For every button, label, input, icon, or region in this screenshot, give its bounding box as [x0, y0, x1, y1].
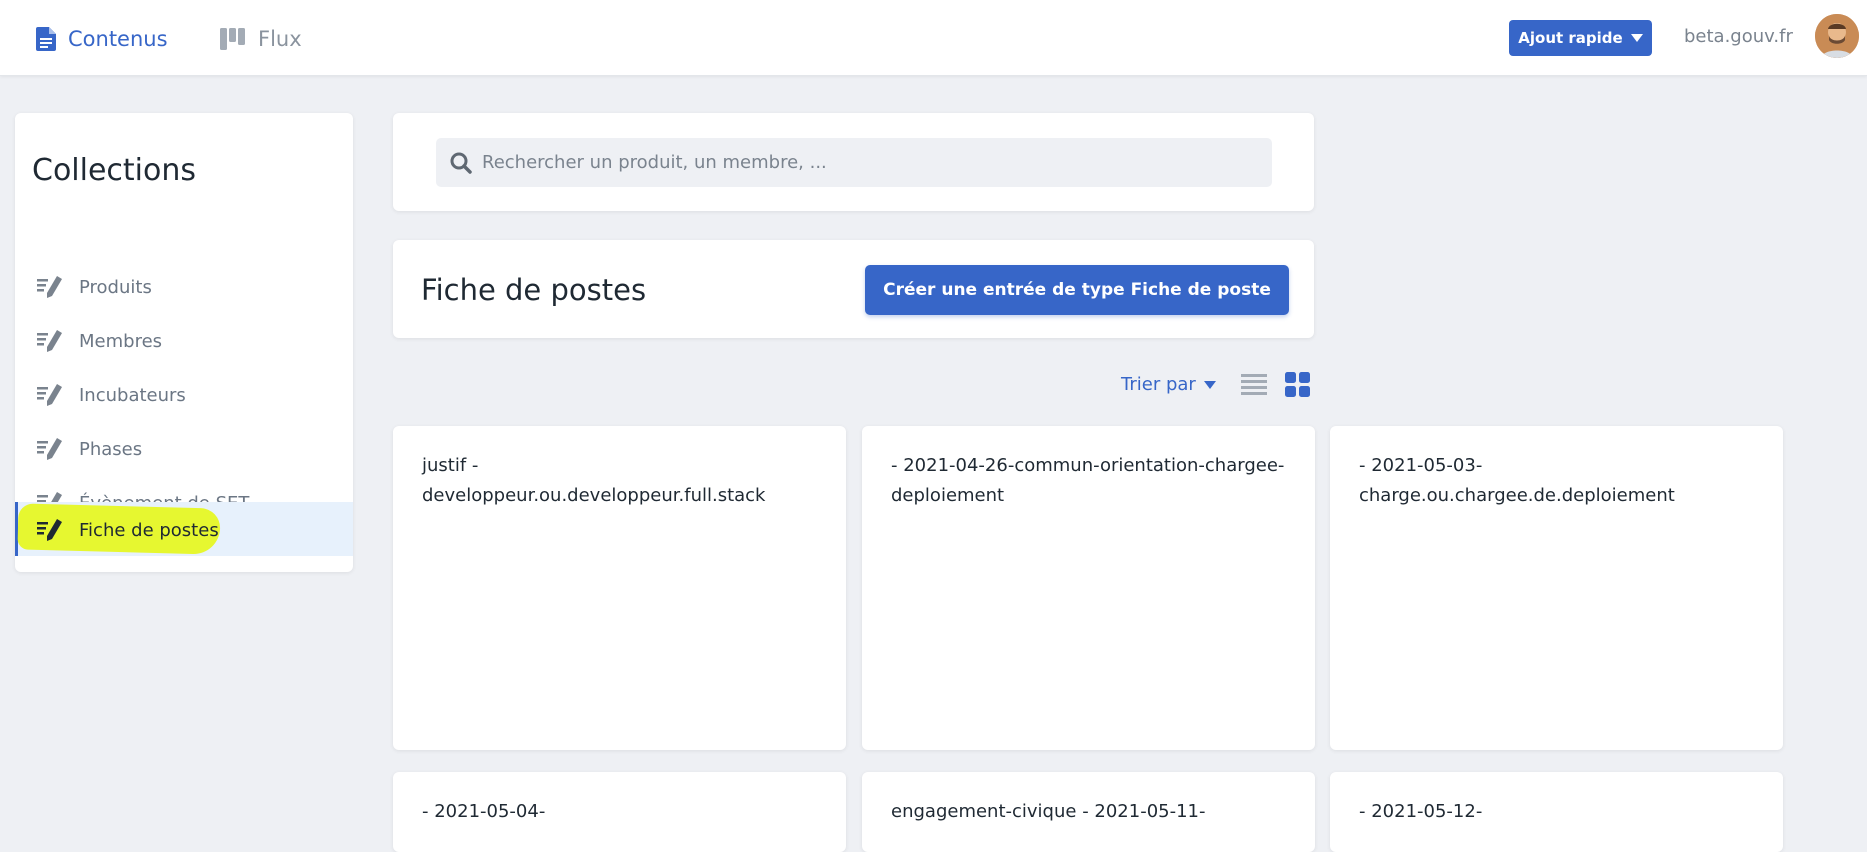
card-title: - 2021-05-03-charge.ou.chargee.de.deploi…: [1359, 455, 1675, 506]
nav-contents-label: Contenus: [68, 27, 168, 51]
card-title: engagement-civique - 2021-05-11-: [891, 801, 1206, 822]
document-icon: [36, 27, 56, 51]
pen-list-icon: [37, 438, 62, 460]
sidebar-item-label: Phases: [79, 438, 143, 460]
entry-card[interactable]: - 2021-05-12-: [1330, 772, 1783, 852]
site-link[interactable]: beta.gouv.fr: [1684, 26, 1793, 47]
entry-card[interactable]: - 2021-04-26-commun-orientation-chargee-…: [862, 426, 1315, 750]
entry-card[interactable]: - 2021-05-04-: [393, 772, 846, 852]
user-photo-icon: [1815, 14, 1859, 58]
sort-by-label: Trier par: [1121, 374, 1196, 395]
sidebar-item-membres[interactable]: Membres: [15, 314, 353, 368]
create-entry-button[interactable]: Créer une entrée de type Fiche de poste: [865, 265, 1289, 315]
entry-card[interactable]: justif - developpeur.ou.developpeur.full…: [393, 426, 846, 750]
sidebar-item-produits[interactable]: Produits: [15, 260, 353, 314]
pen-list-icon: [37, 330, 62, 352]
list-view-icon[interactable]: [1241, 372, 1267, 398]
page-title: Fiche de postes: [421, 273, 647, 307]
sort-by-button[interactable]: Trier par: [1121, 374, 1216, 395]
card-title: - 2021-05-12-: [1359, 801, 1483, 822]
sidebar-item-fiche-de-postes-label-row[interactable]: Fiche de postes: [15, 503, 335, 557]
kanban-icon: [220, 28, 245, 50]
sidebar-item-label: Membres: [79, 330, 163, 352]
sidebar-item-label: Produits: [79, 276, 152, 298]
search-icon: [450, 152, 472, 174]
top-navigation-bar: Contenus Flux Ajout rapide beta.gouv.fr: [0, 0, 1867, 76]
card-title: - 2021-04-26-commun-orientation-chargee-…: [891, 455, 1285, 506]
sidebar-item-label: Incubateurs: [79, 384, 186, 406]
sidebar-item-phases[interactable]: Phases: [15, 422, 353, 476]
caret-down-icon: [1203, 380, 1216, 389]
sidebar-item-incubateurs[interactable]: Incubateurs: [15, 368, 353, 422]
nav-contents-tab[interactable]: Contenus: [36, 23, 168, 55]
pen-list-icon: [37, 384, 62, 406]
search-input[interactable]: [482, 152, 1262, 173]
pen-list-icon: [37, 519, 62, 541]
caret-down-icon: [1630, 34, 1643, 42]
pen-list-icon: [37, 276, 62, 298]
sidebar-item-label: Fiche de postes: [79, 519, 219, 541]
nav-flux-label: Flux: [258, 27, 302, 51]
card-title: - 2021-05-04-: [422, 801, 546, 822]
avatar[interactable]: [1815, 14, 1859, 58]
card-title: justif - developpeur.ou.developpeur.full…: [422, 455, 766, 506]
search-panel: [393, 113, 1314, 211]
entry-card[interactable]: engagement-civique - 2021-05-11-: [862, 772, 1315, 852]
sidebar-title: Collections: [32, 153, 197, 188]
collection-header-panel: Fiche de postes Créer une entrée de type…: [393, 240, 1314, 338]
search-box[interactable]: [436, 138, 1272, 187]
grid-view-icon[interactable]: [1285, 372, 1311, 398]
quick-add-button[interactable]: Ajout rapide: [1509, 20, 1652, 56]
quick-add-label: Ajout rapide: [1518, 29, 1623, 47]
entry-card[interactable]: - 2021-05-03-charge.ou.chargee.de.deploi…: [1330, 426, 1783, 750]
nav-flux-tab[interactable]: Flux: [220, 23, 302, 55]
